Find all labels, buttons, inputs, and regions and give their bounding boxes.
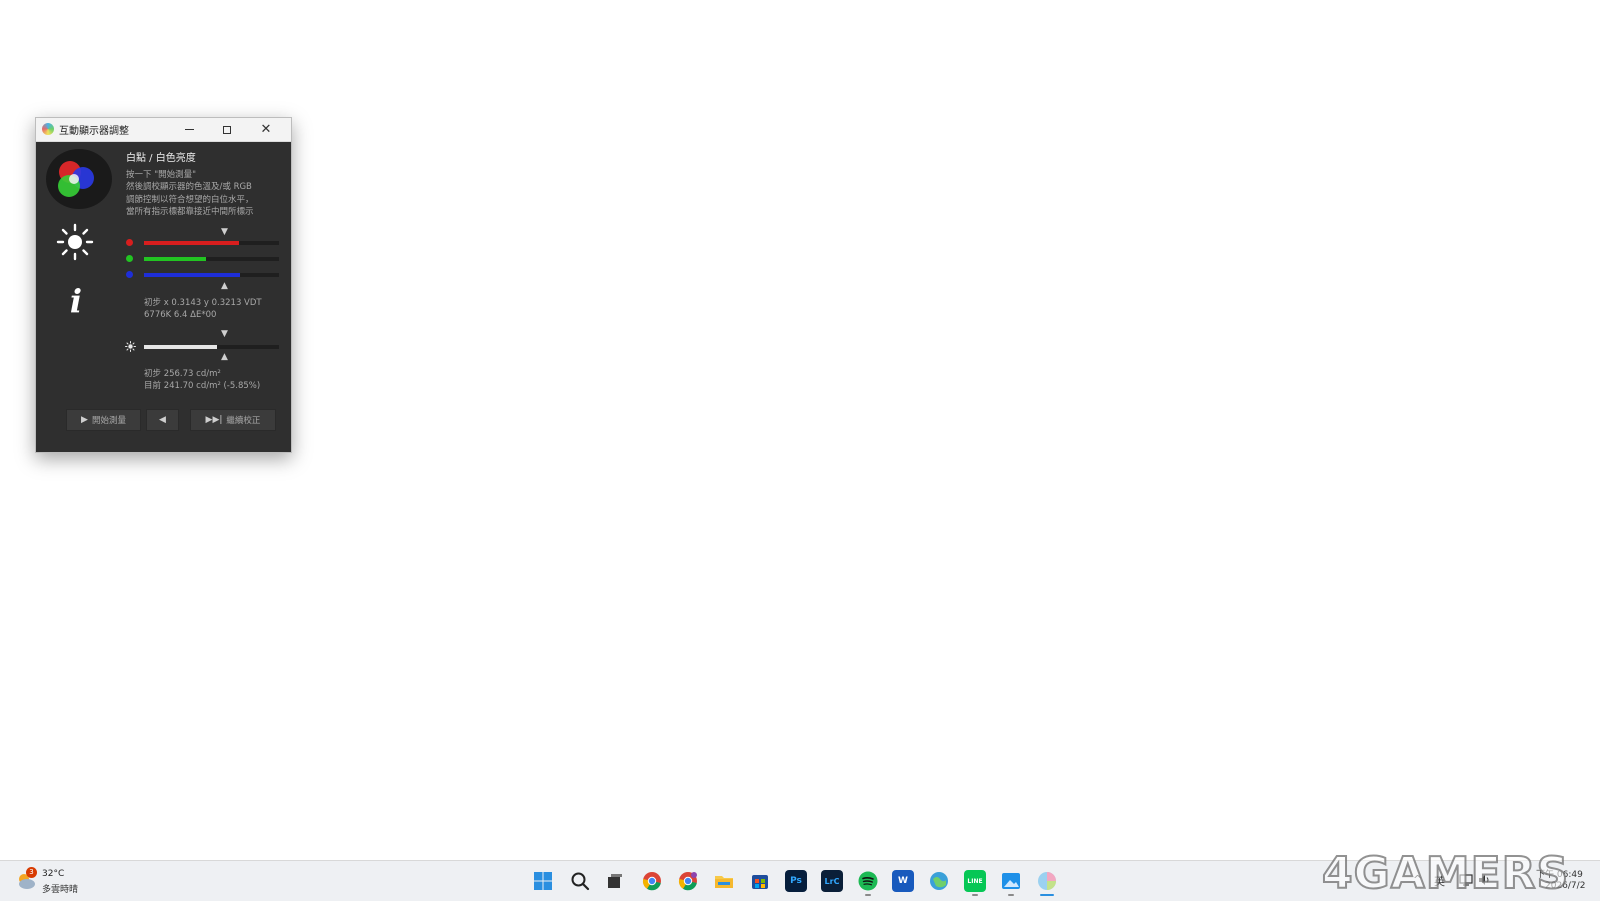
back-arrow-icon: ◀: [159, 415, 166, 425]
line-icon: LINE: [967, 877, 983, 885]
photos-app[interactable]: [1000, 870, 1022, 892]
skip-forward-icon: ▶▶|: [205, 415, 223, 425]
play-icon: ▶: [81, 415, 88, 425]
luminance-sun-icon: [125, 341, 136, 352]
search-icon: [571, 872, 590, 891]
instruction-line: 調節控制以符合想望的白位水平，: [126, 194, 254, 205]
red-level-bar: [144, 241, 279, 245]
displaycal-app[interactable]: [1036, 870, 1058, 892]
luminance-readout-line: 目前 241.70 cd/m² (-5.85%): [144, 381, 261, 392]
luminance-target-marker-top: ▼: [221, 329, 228, 339]
continue-calibration-label: 繼續校正: [226, 416, 261, 426]
luminance-target-marker-bottom: ▲: [221, 352, 228, 362]
whitepoint-readout-line: 初步 x 0.3143 y 0.3213 VDT: [144, 298, 262, 308]
rgb-target-marker-top: ▼: [221, 227, 228, 237]
weather-description[interactable]: 多雲時晴: [42, 882, 78, 895]
luminance-readout: 初步 256.73 cd/m² 目前 241.70 cd/m² (-5.85%): [144, 368, 260, 393]
store-app[interactable]: [749, 870, 771, 892]
start-measurement-button[interactable]: ▶ 開始測量: [66, 409, 141, 431]
start-button[interactable]: [532, 870, 554, 892]
task-view-icon: [608, 874, 622, 888]
luminance-level-bar: [144, 345, 279, 349]
blue-level-fill: [144, 273, 240, 277]
close-icon: ✕: [260, 122, 272, 137]
folder-icon: [715, 876, 733, 888]
continue-calibration-button[interactable]: ▶▶| 繼續校正: [190, 409, 276, 431]
weather-temperature[interactable]: 32°C: [42, 869, 64, 879]
network-app[interactable]: [928, 870, 950, 892]
photos-icon: [1002, 873, 1020, 889]
photoshop-app[interactable]: Ps: [785, 870, 807, 892]
chrome-icon: [642, 872, 661, 891]
maximize-button[interactable]: [210, 118, 244, 141]
blue-level-bar: [144, 273, 279, 277]
red-level-fill: [144, 241, 239, 245]
instruction-line: 然後調校顯示器的色溫及/或 RGB: [126, 182, 252, 193]
displaycal-window: 互動顯示器調整 ✕ i 白點 / 白色亮度 按一下 "開始測量" 然後調校顯示器…: [35, 117, 292, 453]
rgb-circles-icon[interactable]: [45, 148, 113, 210]
search-button[interactable]: [569, 870, 591, 892]
title-bar[interactable]: 互動顯示器調整 ✕: [36, 118, 291, 142]
luminance-readout-line: 初步 256.73 cd/m²: [144, 369, 221, 379]
weather-badge: 3: [26, 867, 37, 878]
instruction-line: 當所有指示標都靠接近中間所標示: [126, 207, 254, 218]
green-level-fill: [144, 257, 207, 261]
maximize-icon: [223, 125, 231, 134]
instructions-text: 按一下 "開始測量" 然後調校顯示器的色溫及/或 RGB 調節控制以符合想望的白…: [126, 169, 286, 219]
minimize-icon: [184, 129, 194, 130]
luminance-level-fill: [144, 345, 217, 349]
blue-dot-icon: [126, 271, 133, 278]
lightroom-classic-icon: LrC: [824, 876, 840, 886]
chrome-profile-app[interactable]: [677, 870, 699, 892]
photoshop-icon: Ps: [790, 876, 802, 886]
globe-icon: [930, 872, 948, 890]
displaycal-icon: [1038, 872, 1056, 890]
spotify-icon: [858, 871, 878, 891]
rgb-target-marker-bottom: ▲: [221, 281, 228, 291]
section-heading: 白點 / 白色亮度: [126, 153, 196, 164]
4gamers-watermark-logo: 4GAMERS: [1321, 848, 1570, 899]
whitepoint-readout-line: 6776K 6.4 ΔE*00: [144, 310, 217, 321]
chrome-app[interactable]: [641, 870, 663, 892]
info-icon[interactable]: i: [66, 283, 86, 319]
back-button[interactable]: ◀: [146, 409, 179, 431]
task-view-button[interactable]: [604, 870, 626, 892]
file-explorer-app[interactable]: [713, 870, 735, 892]
green-level-bar: [144, 257, 279, 261]
running-indicator: [865, 894, 871, 896]
windows-logo-icon: [534, 872, 552, 890]
close-button[interactable]: ✕: [249, 118, 283, 141]
window-title: 互動顯示器調整: [59, 126, 129, 137]
app-logo-icon: [42, 123, 54, 135]
minimize-button[interactable]: [172, 118, 206, 141]
whitepoint-readout: 初步 x 0.3143 y 0.3213 VDT 6776K 6.4 ΔE*00: [144, 297, 262, 322]
line-app[interactable]: LINE: [964, 870, 986, 892]
start-measurement-label: 開始測量: [91, 416, 126, 426]
word-app[interactable]: W: [892, 870, 914, 892]
active-app-indicator: [1040, 894, 1054, 896]
word-icon: W: [898, 876, 908, 886]
running-indicator: [1008, 894, 1014, 896]
running-indicator: [972, 894, 978, 896]
store-icon: [752, 875, 768, 889]
lightroom-classic-app[interactable]: LrC: [821, 870, 843, 892]
green-dot-icon: [126, 255, 133, 262]
instruction-line: 按一下 "開始測量": [126, 170, 197, 180]
red-dot-icon: [126, 239, 133, 246]
brightness-sun-icon[interactable]: [56, 223, 94, 261]
spotify-app[interactable]: [857, 870, 879, 892]
chrome-icon: [678, 872, 697, 891]
